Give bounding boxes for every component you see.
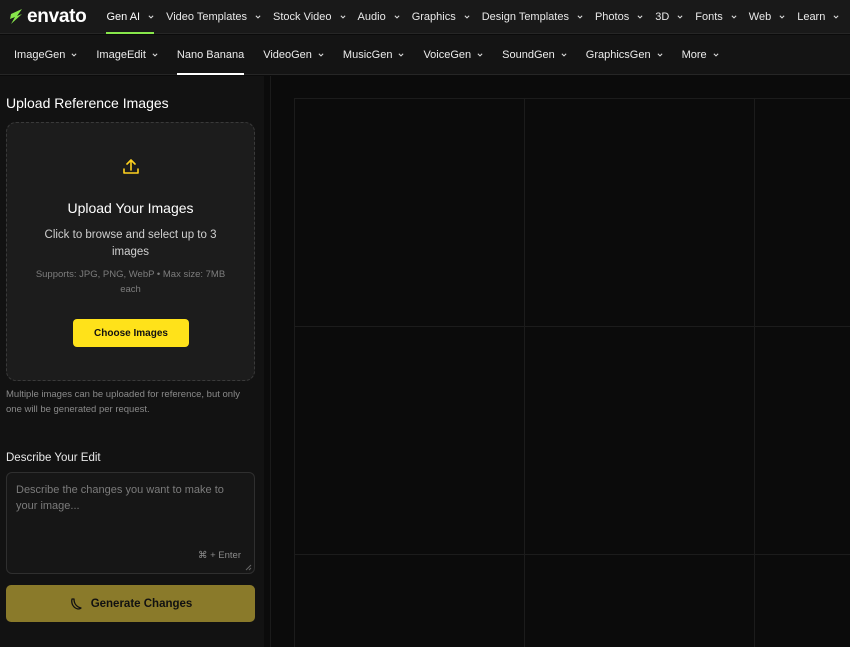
top-nav-item-learn[interactable]: Learn [791, 0, 845, 34]
chevron-down-icon [477, 52, 483, 57]
sub-nav-item-musicgen[interactable]: MusicGen [335, 35, 413, 75]
top-nav-label: Design Templates [481, 10, 569, 23]
choose-images-button[interactable]: Choose Images [73, 319, 189, 347]
sub-nav-label: MusicGen [342, 48, 393, 61]
top-nav-item-video-templates[interactable]: Video Templates [160, 0, 267, 34]
top-nav-item-web[interactable]: Web [743, 0, 791, 34]
upload-supports: Supports: JPG, PNG, WebP • Max size: 7MB… [35, 269, 226, 295]
top-nav-label: 3D [655, 10, 670, 23]
upload-subtitle: Click to browse and select up to 3 image… [44, 229, 217, 258]
sub-nav-item-imageedit[interactable]: ImageEdit [88, 35, 166, 75]
chevron-down-icon [833, 14, 839, 19]
left-panel: Upload Reference Images Upload Your Imag… [0, 76, 264, 647]
chevron-down-icon [148, 14, 154, 19]
top-nav-label: Audio [357, 10, 386, 23]
sub-nav-label: Nano Banana [176, 48, 245, 61]
chevron-down-icon [71, 52, 77, 57]
sub-nav-label: VoiceGen [423, 48, 472, 61]
sub-nav-label: GraphicsGen [585, 48, 651, 61]
top-nav-item-3d[interactable]: 3D [649, 0, 689, 34]
upload-icon [123, 159, 139, 174]
top-nav: envato Gen AI Video Templates Stock Video A… [0, 0, 850, 34]
preview-canvas [271, 76, 850, 647]
top-nav-item-gen-ai[interactable]: Gen AI [100, 0, 160, 34]
sub-nav-item-graphicsgen[interactable]: GraphicsGen [578, 35, 671, 75]
chevron-down-icon [637, 14, 643, 19]
top-nav-label: Web [748, 10, 772, 23]
sub-nav-label: ImageGen [14, 48, 66, 61]
sub-nav-item-videogen[interactable]: VideoGen [255, 35, 332, 75]
top-nav-label: Graphics [411, 10, 456, 23]
resize-handle-icon[interactable] [245, 564, 252, 571]
top-nav-label: Learn [797, 10, 826, 23]
chevron-down-icon [731, 14, 737, 19]
top-nav-item-design-templates[interactable]: Design Templates [476, 0, 589, 34]
chevron-down-icon [677, 14, 683, 19]
top-nav-item-audio[interactable]: Audio [352, 0, 406, 34]
chevron-down-icon [394, 14, 400, 19]
sub-nav: ImageGen ImageEdit Nano Banana VideoGen Musi… [0, 35, 850, 75]
sub-nav-label: VideoGen [263, 48, 312, 61]
top-nav-label: Stock Video [273, 10, 332, 23]
chevron-down-icon [577, 14, 583, 19]
chevron-down-icon [318, 52, 324, 57]
sub-nav-label: More [681, 48, 707, 61]
sub-nav-item-soundgen[interactable]: SoundGen [494, 35, 575, 75]
envato-logo[interactable]: envato [9, 5, 87, 28]
sub-nav-item-nano-banana[interactable]: Nano Banana [169, 35, 252, 75]
upload-note: Multiple images can be uploaded for refe… [6, 389, 240, 415]
describe-textarea[interactable]: Describe the changes you want to make to… [6, 472, 255, 574]
top-nav-label: Video Templates [166, 10, 248, 23]
top-nav-label: Photos [594, 10, 630, 23]
upload-section-title: Upload Reference Images [6, 95, 169, 111]
top-nav-item-graphics[interactable]: Graphics [406, 0, 476, 34]
chevron-down-icon [657, 52, 663, 57]
top-nav-item-photos[interactable]: Photos [589, 0, 649, 34]
chevron-down-icon [340, 14, 346, 19]
top-nav-label: Gen AI [106, 10, 141, 23]
top-nav-item-stock-video[interactable]: Stock Video [267, 0, 352, 34]
sub-nav-label: SoundGen [502, 48, 555, 61]
banana-icon [70, 597, 82, 610]
upload-title: Upload Your Images [67, 200, 194, 216]
brand-name: envato [27, 5, 87, 27]
chevron-down-icon [561, 52, 567, 57]
chevron-down-icon [779, 14, 785, 19]
sub-nav-label: ImageEdit [96, 48, 146, 61]
upload-dropzone[interactable]: Upload Your Images Click to browse and s… [6, 122, 255, 381]
submit-shortcut-hint: ⌘ + Enter [197, 550, 241, 561]
generate-label: Generate Changes [90, 597, 193, 610]
describe-placeholder: Describe the changes you want to make to… [16, 484, 224, 512]
chevron-down-icon [152, 52, 158, 57]
sub-nav-item-voicegen[interactable]: VoiceGen [415, 35, 491, 75]
sub-nav-item-imagegen[interactable]: ImageGen [6, 35, 85, 75]
chevron-down-icon [464, 14, 470, 19]
chevron-down-icon [255, 14, 261, 19]
envato-leaf-icon [10, 9, 22, 24]
top-nav-items: Gen AI Video Templates Stock Video Audio Gra… [100, 0, 845, 34]
chevron-down-icon [398, 52, 404, 57]
chevron-down-icon [713, 52, 719, 57]
sub-nav-item-more[interactable]: More [674, 35, 727, 75]
describe-title: Describe Your Edit [6, 452, 101, 464]
canvas-grid [294, 98, 850, 647]
generate-changes-button[interactable]: Generate Changes [6, 585, 255, 622]
top-nav-label: Fonts [695, 10, 723, 23]
top-nav-item-fonts[interactable]: Fonts [689, 0, 743, 34]
